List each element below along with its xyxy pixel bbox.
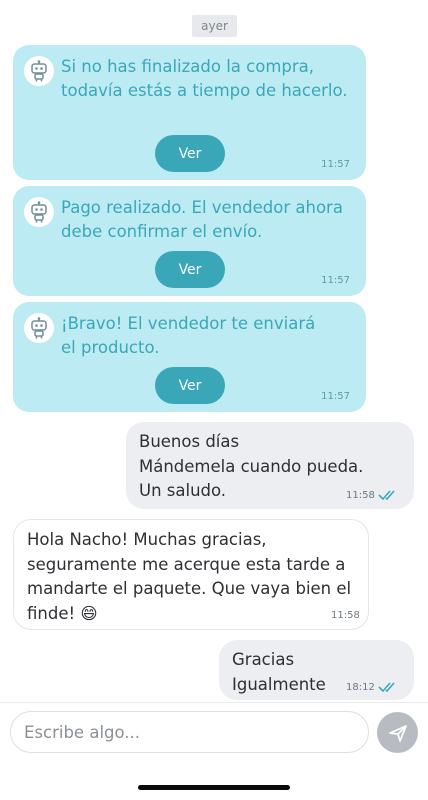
bot-message: Pago realizado. El vendedor ahora debe c… (13, 186, 366, 296)
send-icon (388, 724, 407, 742)
message-time: 11:57 (321, 159, 350, 170)
read-receipt-icon (378, 490, 395, 501)
outgoing-message: Gracias Igualmente 18:12 (219, 640, 414, 700)
composer-divider (0, 702, 428, 703)
bot-message-text: Si no has finalizado la compra, todavía … (61, 57, 348, 100)
outgoing-message: Buenos días Mándemela cuando pueda. Un s… (126, 422, 414, 509)
date-separator: ayer (192, 15, 237, 37)
home-indicator (138, 785, 290, 790)
robot-icon (31, 317, 47, 339)
incoming-message: Hola Nacho! Muchas gracias, seguramente … (13, 519, 369, 630)
bot-message-text: ¡Bravo! El vendedor te enviará el produc… (61, 314, 316, 357)
message-text: Buenos días Mándemela cuando pueda. Un s… (139, 432, 364, 500)
message-text: Hola Nacho! Muchas gracias, seguramente … (27, 530, 352, 623)
ver-button[interactable]: Ver (155, 367, 225, 404)
message-text: Gracias Igualmente (232, 650, 326, 694)
message-time: 11:57 (321, 275, 350, 286)
send-button[interactable] (377, 712, 418, 753)
message-time: 11:58 (346, 490, 375, 501)
bot-message: Si no has finalizado la compra, todavía … (13, 45, 366, 180)
bot-avatar (24, 56, 54, 86)
read-receipt-icon (378, 682, 395, 693)
robot-icon (31, 60, 47, 82)
bot-message: ¡Bravo! El vendedor te enviará el produc… (13, 302, 366, 412)
bot-avatar (24, 313, 54, 343)
bot-message-text: Pago realizado. El vendedor ahora debe c… (61, 198, 343, 241)
ver-button[interactable]: Ver (155, 251, 225, 288)
robot-icon (31, 201, 47, 223)
message-time: 11:58 (331, 610, 360, 621)
message-time: 11:57 (321, 391, 350, 402)
bot-avatar (24, 197, 54, 227)
ver-button[interactable]: Ver (155, 135, 225, 172)
message-input[interactable] (10, 711, 369, 753)
message-time: 18:12 (346, 682, 375, 693)
